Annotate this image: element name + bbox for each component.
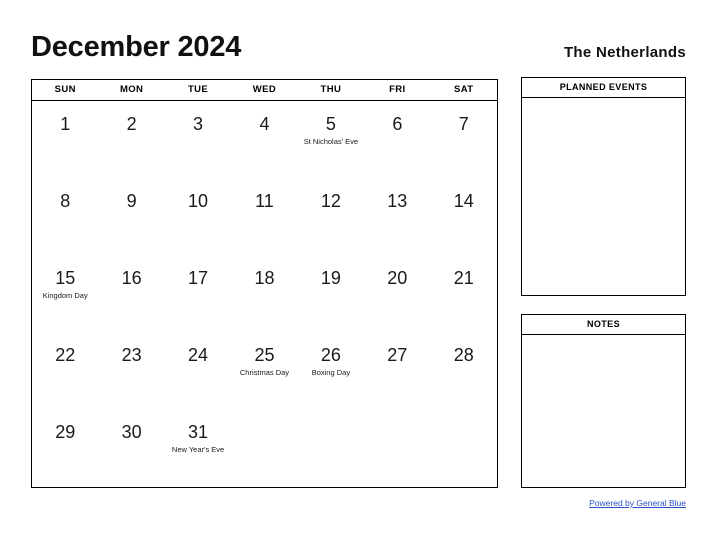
weekday-header-fri: FRI — [389, 84, 406, 95]
day-cell-2[interactable]: 2 — [98, 101, 164, 178]
calendar-week-row: 29 30 31 New Year's Eve — [32, 409, 497, 486]
day-number: 25 — [254, 345, 275, 366]
day-number: 11 — [255, 191, 274, 212]
day-event-label: Boxing Day — [311, 368, 351, 378]
day-cell-1[interactable]: 1 — [32, 101, 98, 178]
calendar-week-row: 1 2 3 4 5 St Nicholas' Eve 6 7 — [32, 101, 497, 178]
day-cell-empty — [298, 409, 364, 486]
day-cell-31[interactable]: 31 New Year's Eve — [165, 409, 231, 486]
day-number: 19 — [320, 268, 341, 289]
weekday-header-thu: THU — [320, 84, 342, 95]
day-number: 2 — [126, 114, 137, 134]
day-number: 10 — [188, 191, 209, 212]
page-title: December 2024 — [31, 31, 242, 63]
day-cell-17[interactable]: 17 — [165, 255, 231, 332]
day-number: 29 — [55, 422, 76, 443]
day-cell-25[interactable]: 25 Christmas Day — [231, 332, 297, 409]
day-cell-empty — [364, 409, 430, 486]
day-number: 7 — [458, 114, 469, 134]
day-event-label: St Nicholas' Eve — [303, 137, 359, 146]
day-number: 14 — [453, 191, 474, 212]
day-cell-10[interactable]: 10 — [165, 178, 231, 255]
day-cell-30[interactable]: 30 — [98, 409, 164, 486]
day-number: 26 — [320, 345, 341, 366]
day-number: 15 — [55, 268, 76, 289]
country-title: The Netherlands — [563, 44, 686, 61]
planned-events-title: PLANNED EVENTS — [522, 78, 685, 98]
weekday-header-row: SUN MON TUE WED THU FRI SAT — [32, 80, 497, 101]
day-number: 12 — [320, 191, 341, 212]
day-cell-23[interactable]: 23 — [98, 332, 164, 409]
day-cell-14[interactable]: 14 — [431, 178, 497, 255]
calendar-week-row: 15 Kingdom Day 16 17 18 19 20 21 — [32, 255, 497, 332]
day-cell-20[interactable]: 20 — [364, 255, 430, 332]
day-event-label: New Year's Eve — [171, 445, 225, 455]
notes-title: NOTES — [522, 315, 685, 335]
day-cell-21[interactable]: 21 — [431, 255, 497, 332]
weekday-header-mon: MON — [119, 84, 144, 95]
day-number: 27 — [387, 345, 408, 366]
day-cell-28[interactable]: 28 — [431, 332, 497, 409]
day-cell-12[interactable]: 12 — [298, 178, 364, 255]
day-cell-empty — [231, 409, 297, 486]
day-number: 6 — [392, 114, 403, 134]
day-number: 18 — [254, 268, 275, 289]
day-cell-4[interactable]: 4 — [231, 101, 297, 178]
day-cell-11[interactable]: 11 — [231, 178, 297, 255]
day-cell-22[interactable]: 22 — [32, 332, 98, 409]
day-number: 4 — [259, 114, 270, 134]
day-number: 31 — [188, 422, 209, 443]
day-cell-7[interactable]: 7 — [431, 101, 497, 178]
notes-panel: NOTES — [521, 314, 686, 488]
weekday-header-sun: SUN — [54, 84, 76, 95]
day-cell-13[interactable]: 13 — [364, 178, 430, 255]
day-number: 5 — [325, 114, 336, 134]
day-cell-26[interactable]: 26 Boxing Day — [298, 332, 364, 409]
weekday-header-wed: WED — [252, 84, 277, 95]
calendar-week-row: 22 23 24 25 Christmas Day 26 Boxing Day 27 28 — [32, 332, 497, 409]
day-cell-9[interactable]: 9 — [98, 178, 164, 255]
day-number: 13 — [387, 191, 408, 212]
notes-body[interactable] — [522, 335, 685, 487]
day-cell-27[interactable]: 27 — [364, 332, 430, 409]
day-cell-15[interactable]: 15 Kingdom Day — [32, 255, 98, 332]
calendar-weeks: 1 2 3 4 5 St Nicholas' Eve 6 7 8 9 10 11 12 13 14 15 Kin… — [32, 101, 497, 487]
calendar-grid: SUN MON TUE WED THU FRI SAT 1 2 3 4 5 St Nicholas' … — [31, 79, 498, 488]
calendar-week-row: 8 9 10 11 12 13 14 — [32, 178, 497, 255]
day-number: 28 — [453, 345, 474, 366]
day-event-label: Kingdom Day — [42, 291, 88, 301]
day-cell-5[interactable]: 5 St Nicholas' Eve — [298, 101, 364, 178]
day-number: 21 — [453, 268, 474, 289]
powered-by-link[interactable]: Powered by General Blue — [589, 498, 686, 509]
day-cell-18[interactable]: 18 — [231, 255, 297, 332]
day-event-label: Christmas Day — [239, 368, 290, 378]
day-number: 1 — [60, 114, 71, 134]
day-cell-6[interactable]: 6 — [364, 101, 430, 178]
day-cell-19[interactable]: 19 — [298, 255, 364, 332]
day-cell-8[interactable]: 8 — [32, 178, 98, 255]
planned-events-body[interactable] — [522, 98, 685, 295]
day-number: 16 — [121, 268, 142, 289]
day-number: 9 — [126, 191, 137, 212]
day-number: 20 — [387, 268, 408, 289]
planned-events-panel: PLANNED EVENTS — [521, 77, 686, 296]
day-cell-3[interactable]: 3 — [165, 101, 231, 178]
day-number: 23 — [121, 345, 142, 366]
day-number: 24 — [188, 345, 209, 366]
day-cell-24[interactable]: 24 — [165, 332, 231, 409]
day-number: 3 — [193, 114, 204, 134]
weekday-header-tue: TUE — [187, 84, 209, 95]
day-number: 17 — [188, 268, 209, 289]
day-cell-16[interactable]: 16 — [98, 255, 164, 332]
day-number: 8 — [60, 191, 71, 212]
day-cell-empty — [431, 409, 497, 486]
day-number: 30 — [121, 422, 142, 443]
day-cell-29[interactable]: 29 — [32, 409, 98, 486]
day-number: 22 — [55, 345, 76, 366]
weekday-header-sat: SAT — [453, 84, 474, 95]
